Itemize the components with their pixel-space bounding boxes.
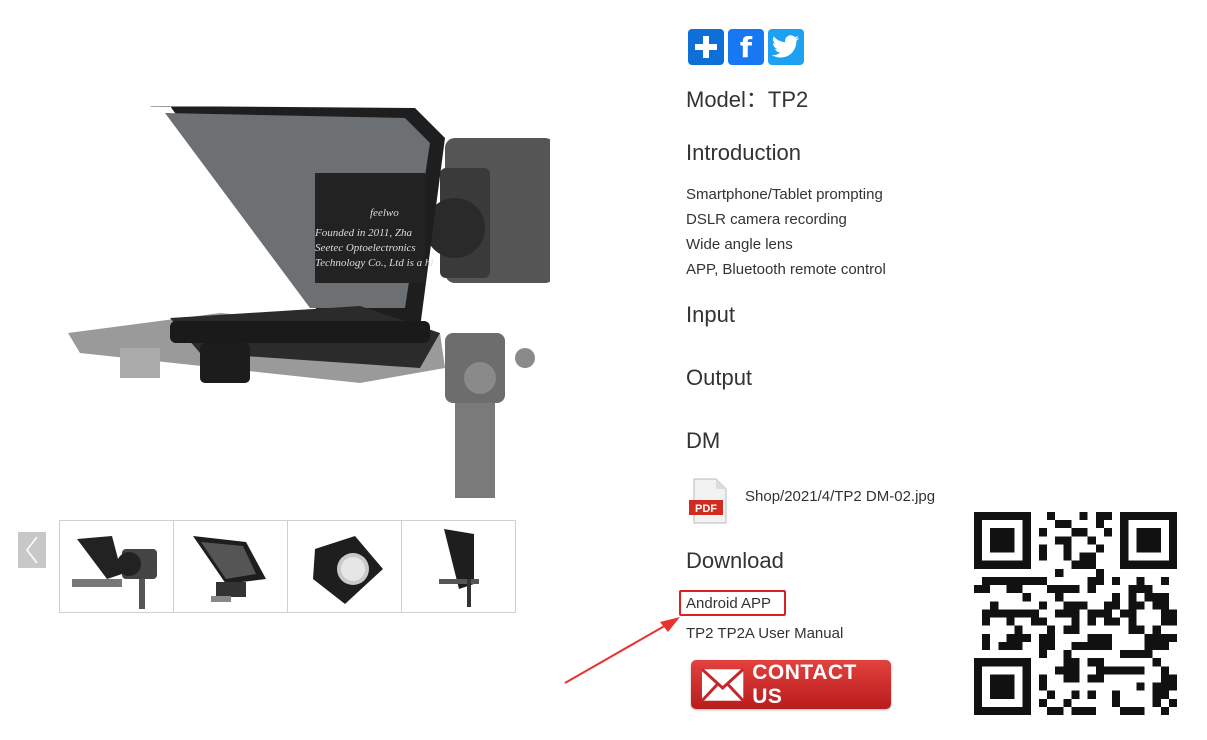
qr-code [974,512,1177,715]
share-twitter-button[interactable] [768,29,804,65]
photo-text-line-4: Technology Co., Ltd is a hi [315,257,433,269]
chevron-left-icon [26,536,38,564]
input-heading: Input [686,302,735,327]
facebook-icon: f [739,30,753,64]
thumbnail-3[interactable] [287,520,402,613]
dm-file-link[interactable]: Shop/2021/4/TP2 DM-02.jpg [745,488,935,505]
android-app-link[interactable]: Android APP [679,590,786,616]
photo-text-line-1: feelwo [370,207,399,219]
thumbnail-image [312,536,383,604]
photo-text-line-3: Seetec Optoelectronics [315,242,416,254]
thumbnail-image [438,529,479,607]
share-add-button[interactable] [688,29,724,65]
contact-us-button[interactable]: CONTACT US [691,660,891,709]
introduction-item: Wide angle lens [686,236,793,253]
dm-file-item[interactable]: PDF Shop/2021/4/TP2 DM-02.jpg [688,478,935,524]
twitter-icon [772,35,800,58]
plus-icon [695,36,717,58]
dm-heading: DM [686,428,721,453]
introduction-item: DSLR camera recording [686,211,847,228]
output-heading: Output [686,365,753,390]
download-heading: Download [686,548,784,573]
thumbnail-2[interactable] [173,520,288,613]
thumbnail-image [192,536,266,602]
share-facebook-button[interactable]: f [728,29,764,65]
product-main-image: feelwo Founded in 2011, Zha Seetec Optoe… [68,106,550,498]
contact-us-label: CONTACT US [752,660,857,708]
pdf-file-icon: PDF [689,478,727,524]
pdf-icon-label: PDF [695,503,717,515]
introduction-item: APP, Bluetooth remote control [686,261,886,278]
model-label: Model：TP2 [686,87,809,112]
introduction-heading: Introduction [686,140,801,165]
thumbnail-1[interactable] [59,520,174,613]
thumbnail-strip [59,520,516,613]
envelope-icon [701,667,745,702]
introduction-list: Smartphone/Tablet prompting DSLR camera … [686,182,886,282]
thumbnail-image [71,536,157,609]
share-buttons: f [688,29,804,65]
introduction-item: Smartphone/Tablet prompting [686,186,883,203]
photo-text-line-2: Founded in 2011, Zha [314,227,412,239]
annotation-arrow [564,617,680,684]
user-manual-link[interactable]: TP2 TP2A User Manual [686,625,843,642]
thumbnail-prev-button[interactable] [18,532,46,568]
thumbnail-4[interactable] [401,520,516,613]
